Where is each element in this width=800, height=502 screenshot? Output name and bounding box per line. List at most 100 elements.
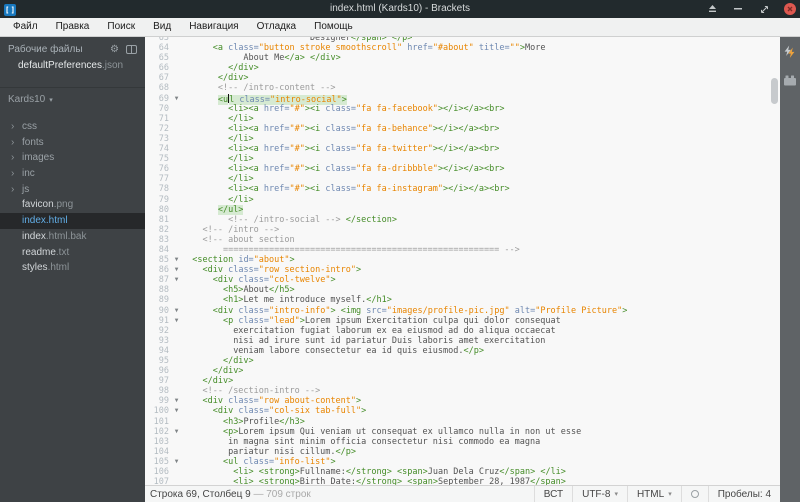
code-line-64: 64 <a class="button stroke smoothscroll"… — [158, 43, 546, 54]
menu-item-4[interactable]: Навигация — [180, 18, 247, 36]
code-line-99: 99 ▼ <div class="row about-content"> — [158, 396, 362, 407]
code-line-90: 90 ▼ <div class="intro-info"> <img src="i… — [158, 305, 628, 316]
code-line-68: 68 <!-- /intro-content --> — [158, 83, 336, 94]
fold-gutter — [171, 245, 182, 255]
working-files-label: Рабочие файлы — [8, 43, 83, 55]
tree-file-styles.html[interactable]: styles.html — [0, 260, 145, 276]
twisty-icon[interactable]: › — [11, 182, 14, 198]
gear-icon[interactable]: ⚙ — [110, 44, 119, 55]
lint-status[interactable] — [680, 486, 708, 502]
editor-scrollbar-thumb[interactable] — [771, 78, 778, 104]
fold-gutter — [171, 205, 182, 215]
project-selector[interactable]: Kards10 ▾ — [0, 87, 145, 109]
tree-file-favicon.png[interactable]: favicon.png — [0, 197, 145, 213]
code-line-66: 66 </div> — [158, 63, 259, 74]
code-editor[interactable]: 63 Designer</span> </p> 64 <a class="butt… — [145, 37, 780, 485]
code-line-65: 65 About Me</a> </div> — [158, 53, 341, 64]
extension-manager-icon[interactable] — [783, 73, 797, 91]
code-line-107: 107 <li> <strong>Birth Date:</strong> <s… — [145, 477, 780, 485]
menu-item-0[interactable]: Файл — [4, 18, 47, 36]
code-line-67: 67 </div> — [158, 73, 249, 84]
language-select[interactable]: HTML ▾ — [626, 486, 681, 502]
cursor-position: Строка 69, Столбец 9 — 709 строк — [145, 489, 534, 500]
code-line-76: 76 <li><a href="#"><i class="fa fa-dribb… — [158, 164, 505, 175]
code-line-71: 71 </li> — [158, 113, 254, 124]
title-bar: index.html (Kards10) - Brackets — [0, 0, 800, 18]
code-line-93: 93 nisi ad irure sunt id pariatur Duis l… — [158, 335, 546, 346]
fold-arrow-icon[interactable]: ▼ — [171, 275, 182, 285]
twisty-icon[interactable]: › — [11, 166, 14, 182]
code-line-79: 79 </li> — [158, 194, 254, 205]
fold-gutter — [171, 366, 182, 376]
code-line-86: 86 ▼ <div class="row section-intro"> — [158, 265, 362, 276]
fold-gutter — [171, 225, 182, 235]
close-icon[interactable] — [784, 3, 796, 15]
code-line-104: 104 pariatur nisi cillum.</p> — [153, 446, 357, 457]
code-line-101: 101 <h3>Profile</h3> — [153, 416, 305, 427]
code-line-97: 97 </div> — [158, 376, 234, 387]
fold-gutter — [171, 174, 182, 184]
code-line-84: 84 =====================================… — [158, 244, 520, 255]
working-file-item[interactable]: defaultPreferences.json — [0, 57, 145, 73]
fold-gutter — [171, 235, 182, 245]
tree-file-readme.txt[interactable]: readme.txt — [0, 245, 145, 261]
twisty-icon[interactable]: › — [11, 135, 14, 151]
twisty-icon[interactable]: › — [11, 150, 14, 166]
fold-gutter — [171, 134, 182, 144]
code-line-74: 74 <li><a href="#"><i class="fa fa-twitt… — [158, 144, 500, 155]
fold-gutter — [171, 356, 182, 366]
live-preview-icon[interactable] — [783, 45, 797, 64]
maximize-icon[interactable] — [758, 3, 770, 15]
code-line-72: 72 <li><a href="#"><i class="fa fa-behan… — [158, 123, 500, 134]
tree-file-index.html[interactable]: index.html — [0, 213, 145, 229]
tree-folder-css[interactable]: › css — [0, 119, 145, 135]
brackets-app-icon — [4, 3, 16, 16]
code-line-70: 70 <li><a href="#"><i class="fa fa-faceb… — [158, 103, 505, 114]
code-line-89: 89 <h1>Let me introduce myself.</h1> — [158, 295, 392, 306]
fold-gutter — [171, 154, 182, 164]
file-tree: › css › fonts › images › inc › js favicon.png index… — [0, 119, 145, 276]
twisty-icon[interactable]: › — [11, 119, 14, 135]
fold-gutter — [171, 437, 182, 447]
minimize-icon[interactable] — [732, 3, 744, 15]
fold-arrow-icon[interactable]: ▼ — [171, 406, 182, 416]
code-line-102: 102 ▼ <p>Lorem ipsum Qui veniam ut conseq… — [153, 426, 582, 437]
fold-arrow-icon[interactable]: ▼ — [171, 265, 182, 275]
code-line-69: 69 ▼ <ul class="intro-social"> — [158, 93, 347, 105]
insert-mode-indicator[interactable]: ВСТ — [533, 486, 572, 502]
menu-item-3[interactable]: Вид — [144, 18, 180, 36]
fold-gutter — [171, 336, 182, 346]
menu-item-6[interactable]: Помощь — [305, 18, 362, 36]
fold-gutter — [171, 83, 182, 93]
menu-item-1[interactable]: Правка — [47, 18, 99, 36]
fold-gutter — [171, 346, 182, 356]
fold-gutter — [171, 73, 182, 83]
fold-arrow-icon[interactable]: ▼ — [171, 94, 182, 104]
split-view-icon[interactable] — [126, 44, 137, 54]
encoding-select[interactable]: UTF-8 ▾ — [572, 486, 627, 502]
fold-arrow-icon[interactable]: ▼ — [171, 255, 182, 265]
shade-window-icon[interactable] — [706, 3, 718, 15]
fold-arrow-icon[interactable]: ▼ — [171, 396, 182, 406]
tree-folder-inc[interactable]: › inc — [0, 166, 145, 182]
menu-item-2[interactable]: Поиск — [98, 18, 144, 36]
indent-setting[interactable]: Пробелы: 4 — [707, 486, 780, 502]
fold-arrow-icon[interactable]: ▼ — [171, 457, 182, 467]
code-line-78: 78 <li><a href="#"><i class="fa fa-insta… — [158, 184, 510, 195]
fold-arrow-icon[interactable]: ▼ — [171, 306, 182, 316]
fold-arrow-icon[interactable]: ▼ — [171, 316, 182, 326]
tree-folder-fonts[interactable]: › fonts — [0, 135, 145, 151]
fold-arrow-icon[interactable]: ▼ — [171, 427, 182, 437]
fold-gutter — [171, 447, 182, 457]
code-line-106: 106 <li> <strong>Fullname:</strong> <spa… — [153, 467, 566, 478]
code-line-105: 105 ▼ <ul class="info-list"> — [153, 456, 336, 467]
code-line-83: 83 <!-- about section — [158, 234, 295, 245]
code-line-94: 94 veniam labore consectetur ea id quis … — [158, 345, 484, 356]
lint-circle-icon — [690, 490, 699, 498]
tree-folder-js[interactable]: › js — [0, 182, 145, 198]
tree-file-index.html.bak[interactable]: index.html.bak — [0, 229, 145, 245]
fold-gutter — [171, 104, 182, 114]
menu-item-5[interactable]: Отладка — [248, 18, 306, 36]
code-line-92: 92 exercitation fugiat laborum ex ea eiu… — [158, 325, 556, 336]
tree-folder-images[interactable]: › images — [0, 150, 145, 166]
